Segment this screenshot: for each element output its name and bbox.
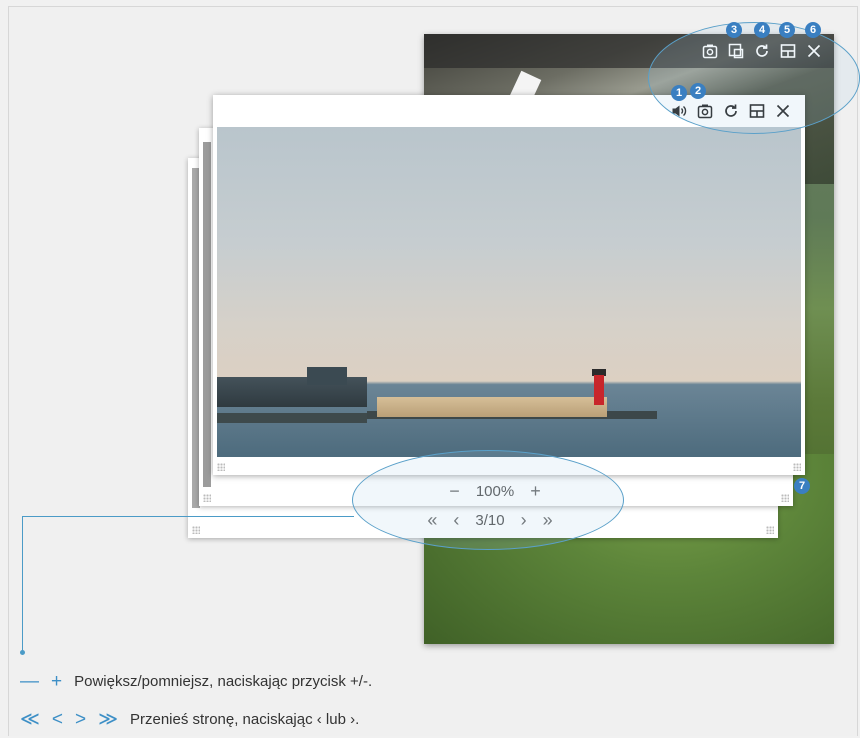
resize-grip[interactable]: [203, 494, 211, 502]
nav-legend-text: Przenieś stronę, naciskając ‹ lub ›.: [130, 711, 360, 728]
badge-4: 4: [754, 22, 770, 38]
leader-line-vertical: [22, 516, 24, 652]
nav-prev-symbol: <: [51, 709, 63, 730]
zoom-legend-text: Powiększ/pomniejsz, naciskając przycisk …: [74, 673, 373, 690]
legend-navigation: ≪ < > ≫ Przenieś stronę, naciskając ‹ lu…: [20, 710, 359, 729]
harbor-photo: [217, 127, 801, 457]
badge-7: 7: [794, 478, 810, 494]
nav-first-symbol: ≪: [20, 709, 40, 730]
badge-2: 2: [690, 83, 706, 99]
resize-grip[interactable]: [781, 494, 789, 502]
callout-controls: [352, 450, 624, 550]
badge-6: 6: [805, 22, 821, 38]
town-building: [307, 367, 347, 385]
leader-dot: [20, 650, 25, 655]
badge-5: 5: [779, 22, 795, 38]
nav-last-symbol: ≫: [98, 709, 118, 730]
resize-grip[interactable]: [192, 526, 200, 534]
zoom-minus-symbol: —: [20, 671, 39, 692]
zoom-plus-symbol: +: [51, 671, 63, 692]
badge-3: 3: [726, 22, 742, 38]
resize-grip[interactable]: [766, 526, 774, 534]
lighthouse: [594, 375, 604, 405]
window-edge: [203, 142, 211, 487]
pier: [377, 397, 607, 417]
front-window: [213, 95, 805, 475]
resize-grip[interactable]: [217, 463, 225, 471]
resize-grip[interactable]: [793, 463, 801, 471]
nav-next-symbol: >: [75, 709, 87, 730]
leader-line-horizontal: [22, 516, 354, 518]
breakwater: [217, 413, 367, 423]
badge-1: 1: [671, 85, 687, 101]
legend-zoom: — + Powiększ/pomniejsz, naciskając przyc…: [20, 672, 372, 691]
callout-toolbar: [648, 22, 860, 134]
